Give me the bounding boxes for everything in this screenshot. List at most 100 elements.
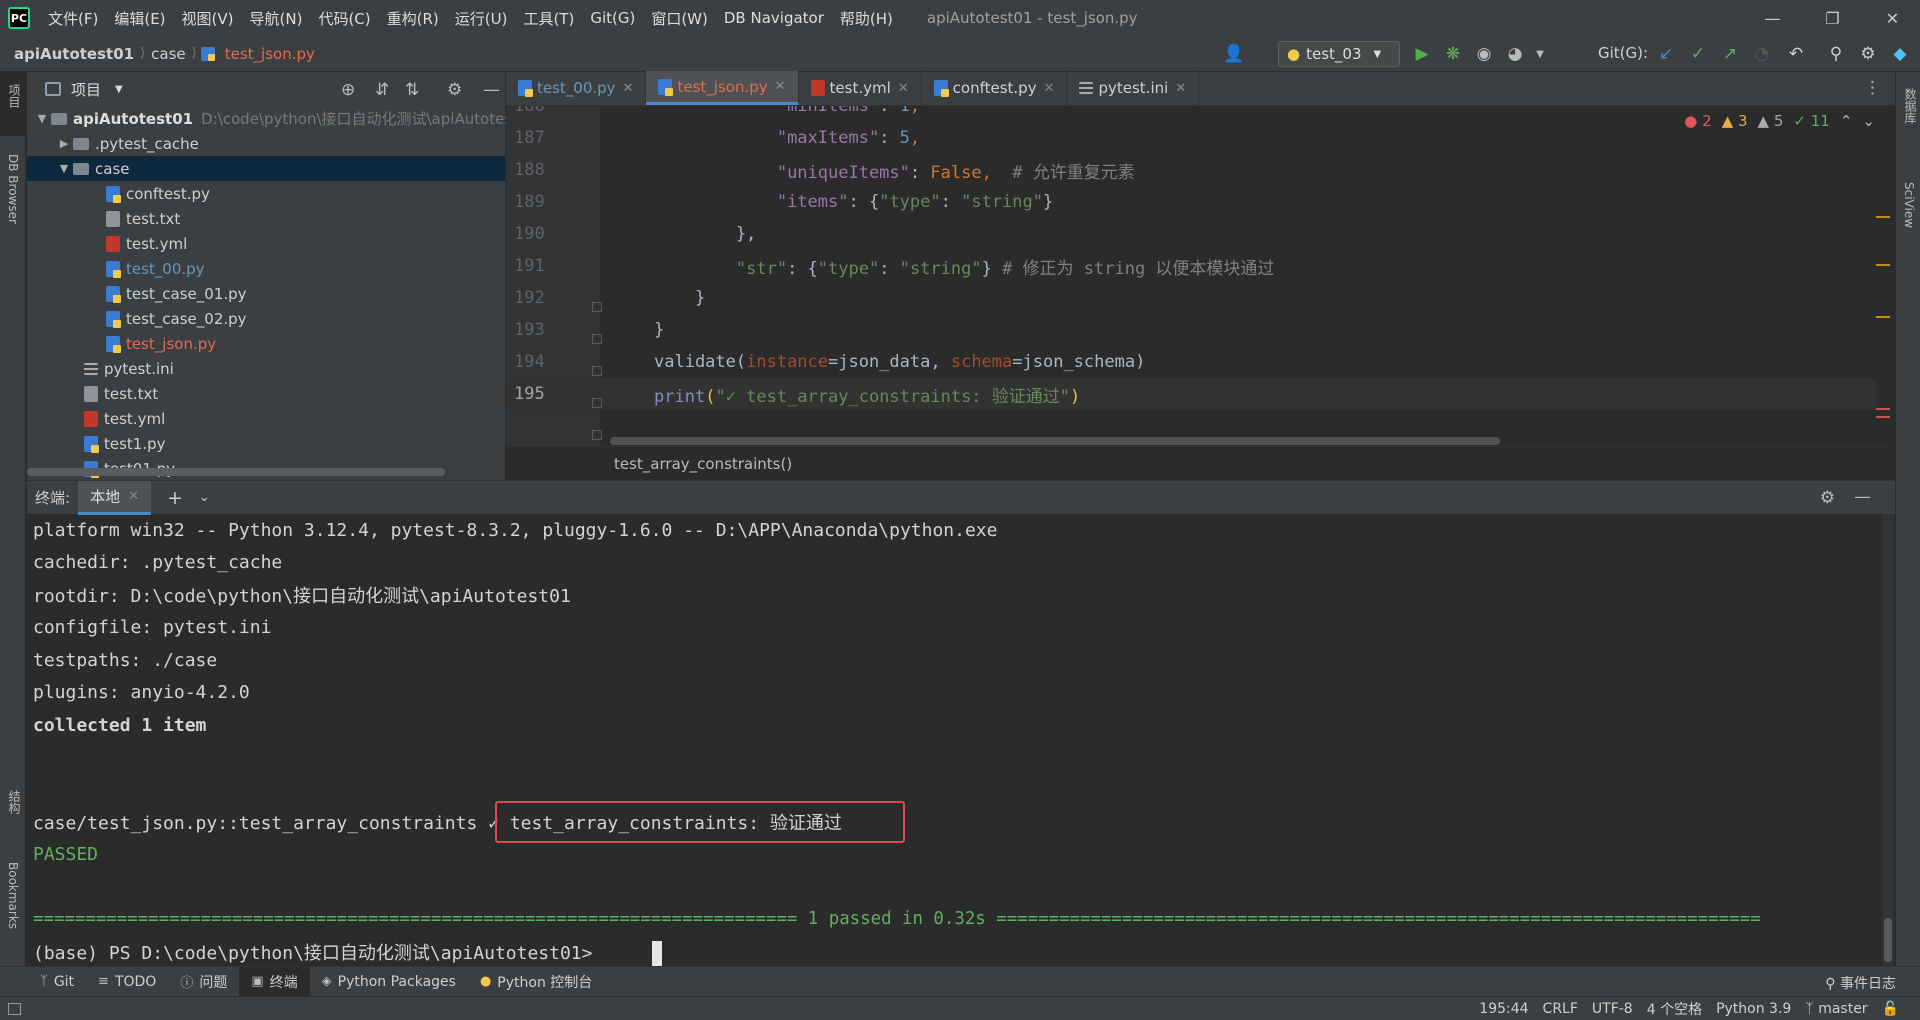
close-tab-icon[interactable]: ✕ — [623, 81, 634, 96]
menu-db-navigator[interactable]: DB Navigator — [716, 9, 832, 27]
tab-test-00[interactable]: test_00.py ✕ — [506, 71, 647, 105]
expand-all-icon[interactable]: ⇵ — [375, 80, 389, 100]
tree-item-test-case-02[interactable]: test_case_02.py — [27, 306, 517, 331]
collapse-arrow-icon[interactable]: ▶ — [55, 137, 73, 150]
fold-marker-icon[interactable] — [592, 334, 602, 344]
menu-git[interactable]: Git(G) — [582, 9, 643, 27]
previous-highlight-icon[interactable]: ⌃ — [1840, 112, 1853, 130]
hide-panel-icon[interactable]: — — [483, 80, 500, 100]
fold-marker-icon[interactable] — [592, 366, 602, 376]
terminal-output[interactable]: platform win32 -- Python 3.12.4, pytest-… — [27, 514, 1881, 967]
menu-run[interactable]: 运行(U) — [447, 8, 516, 29]
menu-code[interactable]: 代码(C) — [310, 8, 378, 29]
fold-marker-icon[interactable] — [592, 430, 602, 440]
tab-pytest-ini[interactable]: pytest.ini ✕ — [1067, 71, 1200, 105]
problems-tool-button[interactable]: ⓘ 问题 — [168, 972, 239, 992]
gear-icon[interactable]: ⚙ — [1820, 488, 1835, 508]
tree-item-test-json[interactable]: test_json.py — [27, 331, 517, 356]
project-panel-title[interactable]: 项目 — [71, 79, 101, 100]
close-tab-icon[interactable]: ✕ — [898, 81, 909, 96]
menu-window[interactable]: 窗口(W) — [643, 8, 716, 29]
more-run-chevron-icon[interactable]: ▼ — [1530, 44, 1550, 64]
terminal-tab-local[interactable]: 本地 ✕ — [78, 480, 151, 515]
tree-item-test1[interactable]: test1.py — [27, 431, 517, 456]
tree-item-pytest-ini[interactable]: pytest.ini — [27, 356, 517, 381]
tab-conftest[interactable]: conftest.py ✕ — [922, 71, 1068, 105]
settings-icon[interactable]: ⚙ — [1858, 44, 1878, 64]
close-tab-icon[interactable]: ✕ — [775, 79, 786, 94]
db-browser-tool-button[interactable]: DB Browser — [6, 154, 20, 224]
menu-tools[interactable]: 工具(T) — [515, 8, 582, 29]
tab-test-yml[interactable]: test.yml ✕ — [799, 71, 922, 105]
tree-item-case[interactable]: ▼ case — [27, 156, 517, 181]
new-terminal-icon[interactable]: + — [167, 487, 183, 509]
git-commit-icon[interactable]: ✓ — [1688, 44, 1708, 64]
warning-stripe-marker[interactable] — [1876, 316, 1890, 318]
menu-help[interactable]: 帮助(H) — [832, 8, 901, 29]
menu-edit[interactable]: 编辑(E) — [106, 8, 173, 29]
project-horizontal-scrollbar[interactable] — [27, 468, 445, 476]
terminal-vertical-scrollbar[interactable] — [1882, 514, 1894, 966]
warning-stripe-marker[interactable] — [1876, 216, 1890, 218]
coverage-icon[interactable]: ◉ — [1474, 44, 1494, 64]
error-stripe-marker[interactable] — [1876, 408, 1890, 410]
toggle-tool-windows-icon[interactable] — [8, 1003, 21, 1015]
close-window-button[interactable]: ✕ — [1865, 0, 1920, 36]
toolbox-icon[interactable]: ◆ — [1890, 44, 1910, 64]
fold-marker-icon[interactable] — [592, 302, 602, 312]
scrollbar-thumb[interactable] — [1884, 918, 1892, 962]
tree-item-test-00[interactable]: test_00.py — [27, 256, 517, 281]
breadcrumb-project[interactable]: apiAutotest01 — [0, 45, 140, 63]
fold-marker-icon[interactable] — [592, 398, 602, 408]
profile-icon[interactable]: ◕ — [1505, 44, 1525, 64]
search-icon[interactable]: ⚲ — [1826, 44, 1846, 64]
breadcrumb-folder[interactable]: case — [145, 45, 191, 63]
debug-icon[interactable]: ❋ — [1443, 44, 1463, 64]
gear-icon[interactable]: ⚙ — [447, 80, 462, 100]
tab-test-json[interactable]: test_json.py ✕ — [646, 71, 799, 105]
menu-navigate[interactable]: 导航(N) — [242, 8, 311, 29]
inspection-widget[interactable]: ● 2 ▲ 3 ▲ 5 ✓ 11 ⌃ ⌄ — [1684, 112, 1875, 130]
tree-item-test-txt[interactable]: test.txt — [27, 206, 517, 231]
tree-root[interactable]: ▼ apiAutotest01 D:\code\python\接口自动化测试\a… — [27, 106, 517, 131]
caret-position[interactable]: 195:44 — [1472, 1001, 1535, 1017]
run-icon[interactable]: ▶ — [1412, 44, 1432, 64]
pycharm-logo-icon[interactable]: PC — [8, 7, 30, 29]
structure-tool-button[interactable]: 结构 — [6, 790, 23, 814]
tree-item-conftest[interactable]: conftest.py — [27, 181, 517, 206]
git-branch[interactable]: ᛉ master — [1798, 1001, 1874, 1017]
warning-stripe-marker[interactable] — [1876, 264, 1890, 266]
python-console-tool-button[interactable]: ● Python 控制台 — [468, 972, 604, 992]
menu-file[interactable]: 文件(F) — [40, 8, 106, 29]
todo-tool-button[interactable]: ≡ TODO — [86, 974, 168, 990]
menu-view[interactable]: 视图(V) — [174, 8, 242, 29]
git-tool-button[interactable]: ᛉ Git — [28, 974, 86, 990]
bookmarks-tool-button[interactable]: Bookmarks — [6, 862, 20, 929]
event-log-button[interactable]: ⚲ 事件日志 — [1825, 973, 1896, 993]
tree-item-root-test-txt[interactable]: test.txt — [27, 381, 517, 406]
restore-button[interactable]: ❐ — [1805, 0, 1860, 36]
database-tool-button[interactable]: 数据库 — [1902, 88, 1919, 124]
project-tool-button[interactable]: 项目 — [6, 84, 23, 108]
expand-arrow-icon[interactable]: ▼ — [33, 112, 51, 125]
next-highlight-icon[interactable]: ⌄ — [1862, 112, 1875, 130]
menu-refactor[interactable]: 重构(R) — [379, 8, 447, 29]
expand-arrow-icon[interactable]: ▼ — [55, 162, 73, 175]
chevron-down-icon[interactable]: ⌄ — [199, 490, 210, 505]
editor-horizontal-scrollbar[interactable] — [610, 437, 1500, 445]
tree-item-test-yml[interactable]: test.yml — [27, 231, 517, 256]
chevron-down-icon[interactable]: ▼ — [115, 84, 123, 95]
python-packages-tool-button[interactable]: ◈ Python Packages — [310, 974, 468, 990]
tree-item-pytest-cache[interactable]: ▶ .pytest_cache — [27, 131, 517, 156]
function-breadcrumb[interactable]: test_array_constraints() — [614, 455, 792, 473]
git-update-icon[interactable]: ↙ — [1656, 44, 1676, 64]
tree-item-root-test-yml[interactable]: test.yml — [27, 406, 517, 431]
hide-panel-icon[interactable]: — — [1854, 487, 1871, 507]
tree-item-test-case-01[interactable]: test_case_01.py — [27, 281, 517, 306]
indent-setting[interactable]: 4 个空格 — [1640, 999, 1709, 1019]
close-tab-icon[interactable]: ✕ — [1175, 81, 1186, 96]
close-tab-icon[interactable]: ✕ — [1044, 81, 1055, 96]
more-tabs-icon[interactable]: ⋮ — [1864, 78, 1881, 98]
terminal-tool-button[interactable]: ▣ 终端 — [239, 966, 310, 997]
sciview-tool-button[interactable]: SciView — [1902, 182, 1916, 228]
